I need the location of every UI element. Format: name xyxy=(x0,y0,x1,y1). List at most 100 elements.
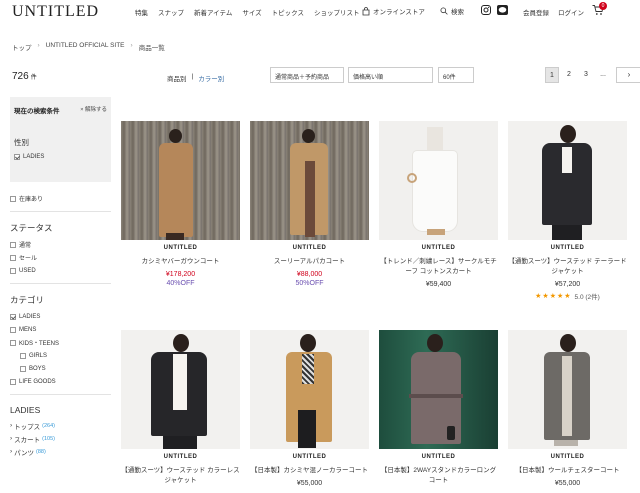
checkbox-checked-icon xyxy=(10,313,16,320)
page-2[interactable]: 2 xyxy=(562,67,576,83)
product-name[interactable]: 【通勤スーツ】ウーステッド カラーレスジャケット xyxy=(121,466,240,486)
rating-text: 5.0 (2件) xyxy=(574,293,600,301)
product-image[interactable] xyxy=(508,121,627,240)
product-image[interactable] xyxy=(121,121,240,240)
status-normal[interactable]: 通常 xyxy=(10,238,111,251)
product-name[interactable]: 【日本製】ウールチェスターコート xyxy=(508,466,627,476)
category-kids-teens[interactable]: KIDS・TEENS xyxy=(10,336,111,349)
model-head xyxy=(173,334,189,352)
nav-snap[interactable]: スナップ xyxy=(158,7,184,17)
model-bag xyxy=(407,173,417,183)
nav-feature[interactable]: 特集 xyxy=(135,7,148,17)
nav-topics[interactable]: トピックス xyxy=(272,7,304,17)
page-1[interactable]: 1 xyxy=(545,67,559,83)
login-link[interactable]: ログイン xyxy=(558,7,584,17)
status-used[interactable]: USED xyxy=(10,264,111,277)
star-icon: ★ xyxy=(542,292,549,300)
product-card[interactable]: UNTITLED 【通勤スーツ】ウーステッド カラーレスジャケット xyxy=(121,330,240,486)
ladies-link-label: スカート xyxy=(14,436,41,444)
reset-conditions-link[interactable]: × 解除する xyxy=(80,105,107,115)
shopping-bag-icon xyxy=(362,6,370,15)
model-blouse xyxy=(302,354,314,384)
product-rating[interactable]: ★ ★ ★ ★ ★ 5.0 (2件) xyxy=(508,291,627,301)
category-girls[interactable]: GIRLS xyxy=(10,349,111,362)
line-icon[interactable] xyxy=(497,5,508,15)
nav-size[interactable]: サイズ xyxy=(242,7,261,17)
category-boys[interactable]: BOYS xyxy=(10,362,111,375)
model-pants xyxy=(552,225,582,240)
category-label: MENS xyxy=(19,326,37,333)
status-sale[interactable]: セール xyxy=(10,251,111,264)
product-card[interactable]: UNTITLED 【トレンド／刺繍レース】サークルモチーフ コットンスカート ¥… xyxy=(379,121,498,288)
search-label: 検索 xyxy=(451,9,464,16)
view-by-product[interactable]: 商品別 xyxy=(167,73,187,83)
view-toggle: 商品別 | カラー別 xyxy=(167,73,224,83)
model-belt xyxy=(409,394,463,398)
product-image[interactable] xyxy=(508,330,627,449)
instagram-icon[interactable] xyxy=(481,5,491,15)
product-image[interactable] xyxy=(379,330,498,449)
ladies-title: LADIES xyxy=(10,405,41,415)
product-image[interactable] xyxy=(250,330,369,449)
product-name[interactable]: スーリーアルパカコート xyxy=(250,257,369,267)
sort-select[interactable]: 価格高い順 xyxy=(348,67,433,83)
product-brand: UNTITLED xyxy=(421,454,456,460)
category-label: BOYS xyxy=(29,365,46,372)
category-ladies[interactable]: LADIES xyxy=(10,310,111,323)
current-conditions-title: 現在の検索条件 xyxy=(14,108,60,115)
nav-shop-list[interactable]: ショップリスト xyxy=(314,7,360,17)
account-links: 会員登録 ログイン xyxy=(523,7,584,17)
sex-condition[interactable]: LADIES xyxy=(14,154,107,160)
site-logo[interactable]: UNTITLED xyxy=(12,3,99,21)
product-type-select[interactable]: 通常商品＋予約商品 xyxy=(270,67,344,83)
sns-links xyxy=(481,5,508,15)
product-card[interactable]: UNTITLED スーリーアルパカコート ¥88,000 50%OFF xyxy=(250,121,369,287)
checkbox-checked-icon xyxy=(14,154,20,160)
checkbox-icon xyxy=(10,378,16,385)
ladies-link-skirts[interactable]: › スカート (105) xyxy=(10,432,111,445)
product-card[interactable]: UNTITLED 【通勤スーツ】ウーステッド テーラードジャケット ¥57,20… xyxy=(508,121,627,301)
stock-filter[interactable]: 在庫あり xyxy=(10,192,111,205)
product-card[interactable]: UNTITLED 【日本製】カシミヤ混ノーカラーコート ¥55,000 xyxy=(250,330,369,487)
product-brand: UNTITLED xyxy=(292,454,327,460)
product-name[interactable]: 【通勤スーツ】ウーステッド テーラードジャケット xyxy=(508,257,627,277)
ladies-link-pants[interactable]: › パンツ (88) xyxy=(10,445,111,458)
breadcrumb-official-site[interactable]: UNTITLED OFFICIAL SITE xyxy=(46,42,125,52)
category-mens[interactable]: MENS xyxy=(10,323,111,336)
product-image[interactable] xyxy=(379,121,498,240)
category-life-goods[interactable]: LIFE GOODS xyxy=(10,375,111,388)
product-card[interactable]: UNTITLED 【日本製】ウールチェスターコート ¥55,000 xyxy=(508,330,627,487)
product-image[interactable] xyxy=(250,121,369,240)
product-card[interactable]: UNTITLED カシミヤバーガウンコート ¥178,200 40%OFF xyxy=(121,121,240,287)
product-name[interactable]: 【日本製】カシミヤ混ノーカラーコート xyxy=(250,466,369,476)
ladies-link-tops[interactable]: › トップス (264) xyxy=(10,419,111,432)
product-image[interactable] xyxy=(121,330,240,449)
category-label: GIRLS xyxy=(29,352,48,359)
product-card[interactable]: UNTITLED 【日本製】2WAYスタンドカラーロングコート xyxy=(379,330,498,486)
search-icon xyxy=(440,7,448,15)
online-store-link[interactable]: オンラインストア xyxy=(362,6,425,16)
product-price: ¥57,200 xyxy=(554,280,581,288)
model-pants xyxy=(163,436,197,449)
search-link[interactable]: 検索 xyxy=(440,6,464,16)
product-name[interactable]: 【日本製】2WAYスタンドカラーロングコート xyxy=(379,466,498,486)
next-page-button[interactable]: › xyxy=(616,67,640,83)
breadcrumb-top[interactable]: トップ xyxy=(12,42,32,52)
model-head xyxy=(560,334,576,352)
sex-condition-label: LADIES xyxy=(23,154,45,160)
star-icon: ★ xyxy=(549,292,556,300)
page-3[interactable]: 3 xyxy=(579,67,593,83)
nav-new-items[interactable]: 新着アイテム xyxy=(194,7,232,17)
chevron-right-icon: › xyxy=(10,448,13,455)
status-label: USED xyxy=(19,267,36,274)
product-name[interactable]: 【トレンド／刺繍レース】サークルモチーフ コットンスカート xyxy=(379,257,498,277)
product-name[interactable]: カシミヤバーガウンコート xyxy=(121,257,240,267)
model-shoes xyxy=(427,229,445,235)
star-icon: ★ xyxy=(556,292,564,300)
category-title: カテゴリ xyxy=(10,295,45,305)
checkbox-icon xyxy=(10,241,16,248)
view-by-color[interactable]: カラー別 xyxy=(198,73,224,83)
register-link[interactable]: 会員登録 xyxy=(523,7,549,17)
per-page-select[interactable]: 60件 xyxy=(438,67,474,83)
divider xyxy=(10,283,111,284)
